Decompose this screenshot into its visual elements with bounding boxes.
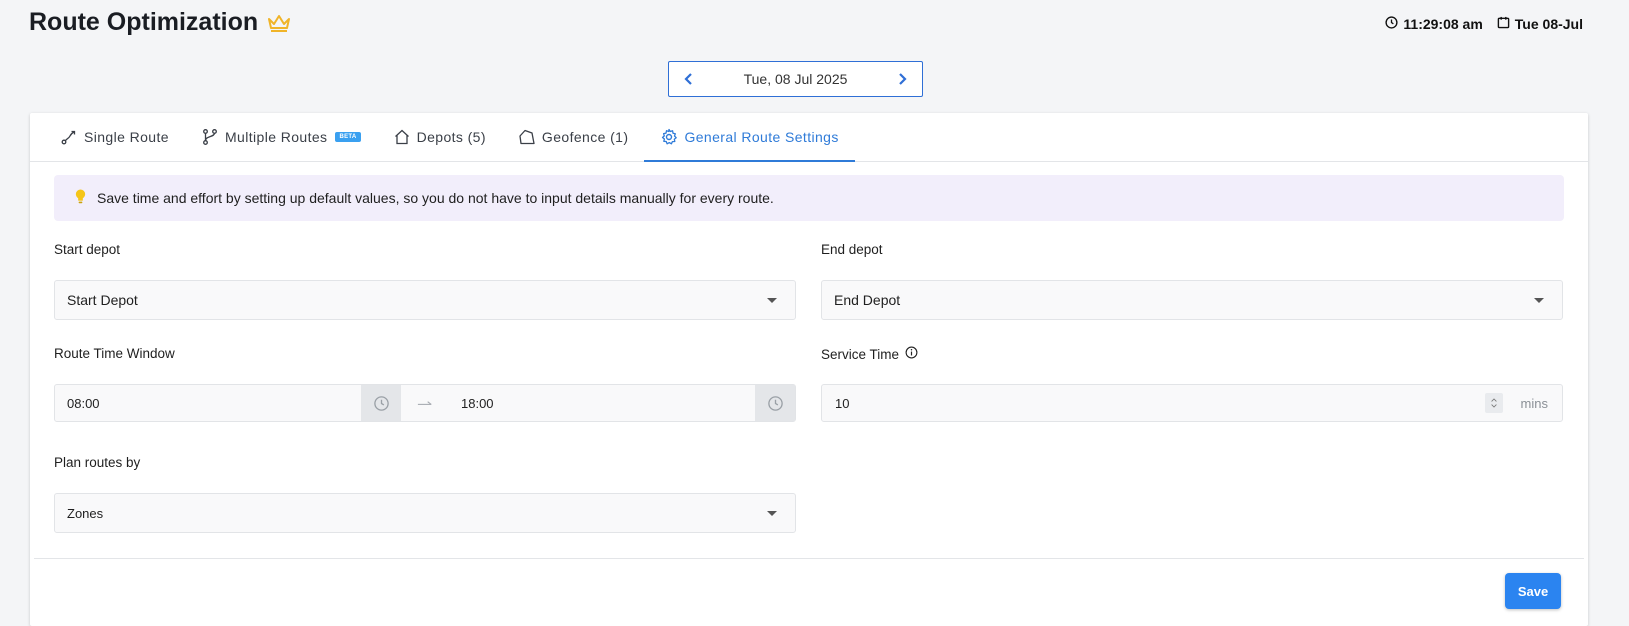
start-depot-value: Start Depot — [67, 292, 138, 308]
polygon-icon — [519, 129, 535, 145]
end-time-value: 18:00 — [461, 395, 494, 411]
end-time-input[interactable]: 18:00 — [449, 385, 755, 421]
spinner-arrows-icon — [1490, 398, 1497, 408]
tab-general-route-settings[interactable]: General Route Settings — [644, 113, 856, 162]
tab-depots[interactable]: Depots (5) — [377, 113, 502, 161]
end-time-picker-button[interactable] — [755, 385, 795, 421]
gear-icon — [662, 128, 678, 145]
save-button[interactable]: Save — [1505, 573, 1561, 609]
route-time-window-label: Route Time Window — [54, 346, 175, 361]
route-time-window-label-text: Route Time Window — [54, 346, 175, 361]
clock-icon — [373, 395, 389, 411]
current-time-text: 11:29:08 am — [1403, 16, 1483, 32]
caret-down-icon — [767, 510, 777, 516]
current-date: Tue 08-Jul — [1497, 16, 1583, 32]
chevron-left-icon[interactable] — [681, 71, 697, 87]
date-navigator: Tue, 08 Jul 2025 — [668, 61, 923, 97]
tab-label: Multiple Routes — [224, 129, 328, 145]
calendar-icon — [1497, 16, 1510, 32]
info-tip: Save time and effort by setting up defau… — [54, 175, 1564, 221]
number-spinner[interactable] — [1484, 393, 1503, 413]
tab-label: Single Route — [84, 129, 169, 145]
start-depot-label-text: Start depot — [54, 242, 121, 257]
branch-icon — [203, 129, 217, 145]
plan-routes-by-label: Plan routes by — [54, 455, 140, 470]
caret-down-icon — [767, 297, 777, 303]
current-date-text: Tue 08-Jul — [1514, 16, 1583, 32]
plan-routes-by-value: Zones — [67, 505, 104, 521]
tab-label: Depots (5) — [416, 129, 486, 145]
route-icon — [61, 130, 76, 145]
end-depot-label: End depot — [821, 242, 883, 257]
crown-icon — [266, 12, 292, 34]
tab-bar: Single Route Multiple Routes BETA Depots… — [30, 113, 1588, 162]
clock-area: 11:29:08 am Tue 08-Jul — [1385, 16, 1583, 32]
settings-card: Single Route Multiple Routes BETA Depots… — [30, 113, 1588, 626]
service-time-label: Service Time — [821, 346, 918, 362]
home-icon — [394, 129, 409, 145]
clock-icon — [1385, 16, 1398, 32]
start-time-picker-button[interactable] — [361, 385, 401, 421]
top-bar: Route Optimization 11:29:08 am Tue 08-Ju… — [0, 0, 1629, 50]
tip-text: Save time and effort by setting up defau… — [97, 190, 774, 206]
selected-date[interactable]: Tue, 08 Jul 2025 — [744, 71, 848, 87]
current-time: 11:29:08 am — [1385, 16, 1483, 32]
route-time-window-input: 08:00 18:00 — [54, 384, 796, 422]
tab-multiple-routes[interactable]: Multiple Routes BETA — [185, 113, 377, 161]
tab-label: General Route Settings — [684, 129, 839, 145]
plan-routes-by-label-text: Plan routes by — [54, 455, 141, 470]
service-time-label-text: Service Time — [821, 346, 900, 362]
start-time-input[interactable]: 08:00 — [55, 385, 361, 421]
plan-routes-by-select[interactable]: Zones — [54, 493, 796, 533]
footer-divider — [34, 558, 1584, 559]
end-depot-select[interactable]: End Depot — [821, 280, 1563, 320]
tab-single-route[interactable]: Single Route — [44, 113, 185, 161]
clock-icon — [767, 395, 783, 411]
page-title: Route Optimization — [29, 8, 292, 37]
arrow-right-icon — [401, 385, 449, 421]
start-time-value: 08:00 — [67, 395, 100, 411]
caret-down-icon — [1534, 297, 1544, 303]
end-depot-value: End Depot — [834, 292, 901, 308]
info-icon[interactable] — [905, 346, 918, 362]
tab-label: Geofence (1) — [541, 129, 629, 145]
service-time-value: 10 — [835, 395, 850, 411]
beta-badge: BETA — [335, 132, 361, 142]
page-title-text: Route Optimization — [29, 8, 259, 36]
lightbulb-icon — [74, 188, 87, 208]
start-depot-select[interactable]: Start Depot — [54, 280, 796, 320]
service-time-unit: mins — [1520, 395, 1548, 411]
service-time-input[interactable]: 10 mins — [821, 384, 1563, 422]
end-depot-label-text: End depot — [821, 242, 883, 257]
chevron-right-icon[interactable] — [894, 71, 910, 87]
tab-geofence[interactable]: Geofence (1) — [502, 113, 645, 161]
start-depot-label: Start depot — [54, 242, 120, 257]
